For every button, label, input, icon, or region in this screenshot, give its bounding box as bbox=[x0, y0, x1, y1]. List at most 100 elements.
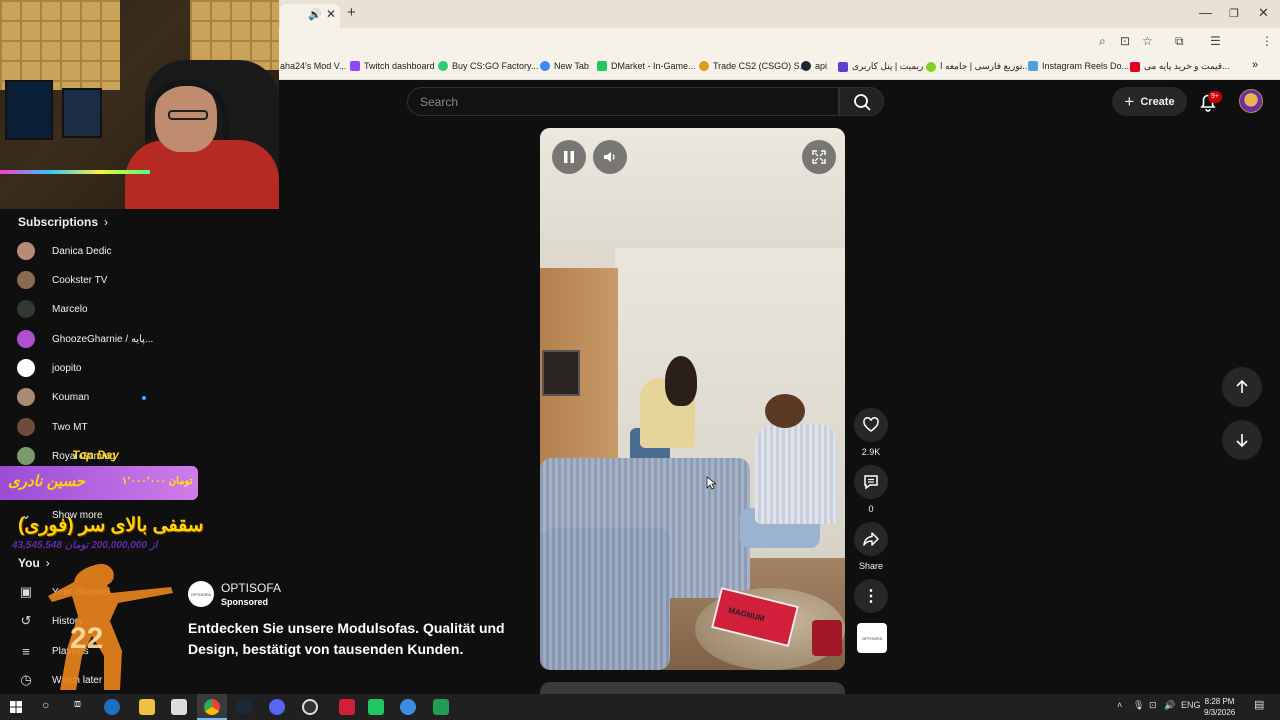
channel-avatar-icon bbox=[17, 242, 35, 260]
subscription-item[interactable]: GhoozeGharnie / پایه... bbox=[17, 329, 153, 349]
bookmark-item[interactable]: قیمت و خرید پایه می... bbox=[1130, 61, 1230, 72]
edge-icon[interactable] bbox=[104, 699, 120, 715]
file-explorer-icon[interactable] bbox=[139, 699, 155, 715]
comments-button[interactable] bbox=[854, 465, 888, 499]
bookmark-star-icon[interactable]: ☆ bbox=[1142, 34, 1153, 48]
site-favicon bbox=[1130, 61, 1140, 72]
bookmark-item[interactable]: New Tab bbox=[540, 61, 589, 71]
donor-name: حسین نادری bbox=[8, 473, 86, 490]
bookmark-item[interactable]: api bbox=[801, 61, 827, 71]
app-icon[interactable] bbox=[339, 699, 355, 715]
bookmark-item[interactable]: aha24's Mod V... bbox=[280, 61, 346, 71]
bookmark-item[interactable]: Twitch dashboard bbox=[350, 61, 435, 71]
site-favicon bbox=[438, 61, 448, 71]
windows-start-icon[interactable] bbox=[10, 701, 22, 713]
channel-avatar-icon bbox=[17, 271, 35, 289]
soldier-silhouette-icon bbox=[48, 563, 173, 690]
minimize-icon[interactable]: — bbox=[1199, 5, 1212, 20]
top-day-label: Top Day bbox=[72, 448, 119, 462]
new-tab-button[interactable]: + bbox=[347, 4, 356, 21]
channel-thumbnail[interactable]: OPTISOFA bbox=[857, 623, 887, 653]
language-indicator[interactable]: ENG bbox=[1181, 700, 1201, 710]
search-taskbar-icon[interactable]: ○ bbox=[42, 698, 49, 712]
history-icon: ↺ bbox=[20, 613, 32, 628]
channel-avatar-icon bbox=[17, 418, 35, 436]
obs-icon[interactable] bbox=[302, 699, 318, 715]
subscription-item[interactable]: Cookster TV bbox=[17, 270, 107, 290]
task-view-icon[interactable]: ⧈ bbox=[74, 698, 81, 711]
search-placeholder: Search bbox=[420, 95, 459, 109]
app-icon[interactable] bbox=[400, 699, 416, 715]
app-icon[interactable] bbox=[368, 699, 384, 715]
channel-avatar-icon bbox=[17, 388, 35, 406]
more-options-button[interactable]: ⋮ bbox=[854, 579, 888, 613]
share-label: Share bbox=[858, 561, 884, 571]
browser-menu-icon[interactable]: ⋮ bbox=[1261, 34, 1273, 48]
install-app-icon[interactable]: ⊡ bbox=[1120, 34, 1130, 48]
pause-button[interactable] bbox=[552, 140, 586, 174]
extensions-icon[interactable]: ⧉ bbox=[1175, 34, 1184, 49]
donation-goal-title: سقفی بالای سر (فوری) bbox=[18, 515, 204, 536]
bookmark-item[interactable]: DMarket - In-Game... bbox=[597, 61, 696, 71]
share-button[interactable] bbox=[854, 522, 888, 556]
subscription-item[interactable]: Marcelo bbox=[17, 299, 88, 319]
browser-tab-active[interactable]: 🔊 ✕ bbox=[280, 4, 340, 28]
advertiser-logo[interactable]: OPTISOFA bbox=[188, 581, 214, 607]
more-bookmarks-icon[interactable]: » bbox=[1252, 59, 1258, 71]
subscription-item[interactable]: joopito bbox=[17, 358, 81, 378]
system-clock[interactable]: 8:28 PM 9/3/2026 bbox=[1204, 696, 1235, 718]
tray-chevron-icon[interactable]: ˄ bbox=[1117, 700, 1122, 710]
create-button[interactable]: + Create bbox=[1112, 87, 1187, 116]
acoustic-foam bbox=[0, 0, 120, 90]
channel-avatar[interactable] bbox=[1239, 89, 1263, 113]
bookmark-item[interactable]: Buy CS:GO Factory... bbox=[438, 61, 538, 71]
bookmark-item[interactable]: توزیع فارسی | جامعه ا... bbox=[926, 61, 1030, 72]
ad-headline[interactable]: Entdecken Sie unsere Modulsofas. Qualitä… bbox=[188, 618, 518, 660]
bookmark-item[interactable]: Instagram Reels Do... bbox=[1028, 61, 1129, 71]
tab-audio-icon[interactable]: 🔊 bbox=[308, 8, 322, 21]
donation-amount: ۱٬۰۰۰٬۰۰۰ تومان bbox=[122, 476, 193, 487]
twitch-icon bbox=[350, 61, 360, 71]
volume-tray-icon[interactable]: 🔊 bbox=[1164, 700, 1175, 711]
zoom-icon[interactable]: ⌕ bbox=[1099, 34, 1106, 49]
subscription-item[interactable]: Kouman bbox=[17, 387, 89, 407]
clock-time: 8:28 PM bbox=[1204, 697, 1235, 706]
store-icon[interactable] bbox=[171, 699, 187, 715]
sponsored-label: Sponsored bbox=[221, 597, 269, 607]
like-button[interactable] bbox=[854, 408, 888, 442]
channel-avatar-icon bbox=[17, 300, 35, 318]
subscription-item[interactable]: Two MT bbox=[17, 417, 88, 437]
window-close-icon[interactable]: ✕ bbox=[1258, 5, 1269, 21]
media-control-icon[interactable]: ☰ bbox=[1210, 34, 1221, 48]
video-mug bbox=[812, 620, 842, 656]
shorts-video-player[interactable]: MAGNUM bbox=[540, 128, 845, 670]
fullscreen-button[interactable] bbox=[802, 140, 836, 174]
search-input[interactable]: Search bbox=[407, 87, 839, 116]
volume-button[interactable] bbox=[593, 140, 627, 174]
next-short-button[interactable] bbox=[1222, 420, 1262, 460]
tab-close-icon[interactable]: ✕ bbox=[326, 7, 336, 21]
restore-icon[interactable]: ❐ bbox=[1229, 7, 1239, 20]
monitor-image bbox=[5, 80, 53, 140]
channel-avatar-icon bbox=[17, 359, 35, 377]
chrome-icon[interactable] bbox=[204, 699, 220, 715]
subscriptions-heading[interactable]: Subscriptions › bbox=[18, 215, 108, 229]
notification-center-icon[interactable]: ▤ bbox=[1254, 698, 1264, 711]
subscription-item[interactable]: Danica Dedic bbox=[17, 241, 111, 261]
clock-date: 9/3/2026 bbox=[1204, 708, 1236, 717]
chevron-right-icon: › bbox=[104, 215, 109, 229]
previous-short-button[interactable] bbox=[1222, 367, 1262, 407]
comment-icon bbox=[864, 475, 878, 490]
bookmark-item[interactable]: ریمیت | پنل کاربری bbox=[838, 61, 923, 72]
microphone-icon[interactable]: 🎙 bbox=[1133, 700, 1144, 711]
advertiser-name[interactable]: OPTISOFA bbox=[221, 581, 281, 595]
streamer-webcam bbox=[0, 0, 279, 209]
volume-icon bbox=[604, 152, 615, 162]
search-button[interactable] bbox=[839, 87, 884, 116]
bookmark-item[interactable]: Trade CS2 (CSGO) S... bbox=[699, 61, 807, 71]
steam-taskbar-icon[interactable] bbox=[236, 699, 252, 715]
app-icon[interactable] bbox=[433, 699, 449, 715]
discord-icon[interactable] bbox=[269, 699, 285, 715]
site-favicon bbox=[838, 61, 848, 72]
network-icon[interactable]: ⊡ bbox=[1149, 700, 1157, 711]
